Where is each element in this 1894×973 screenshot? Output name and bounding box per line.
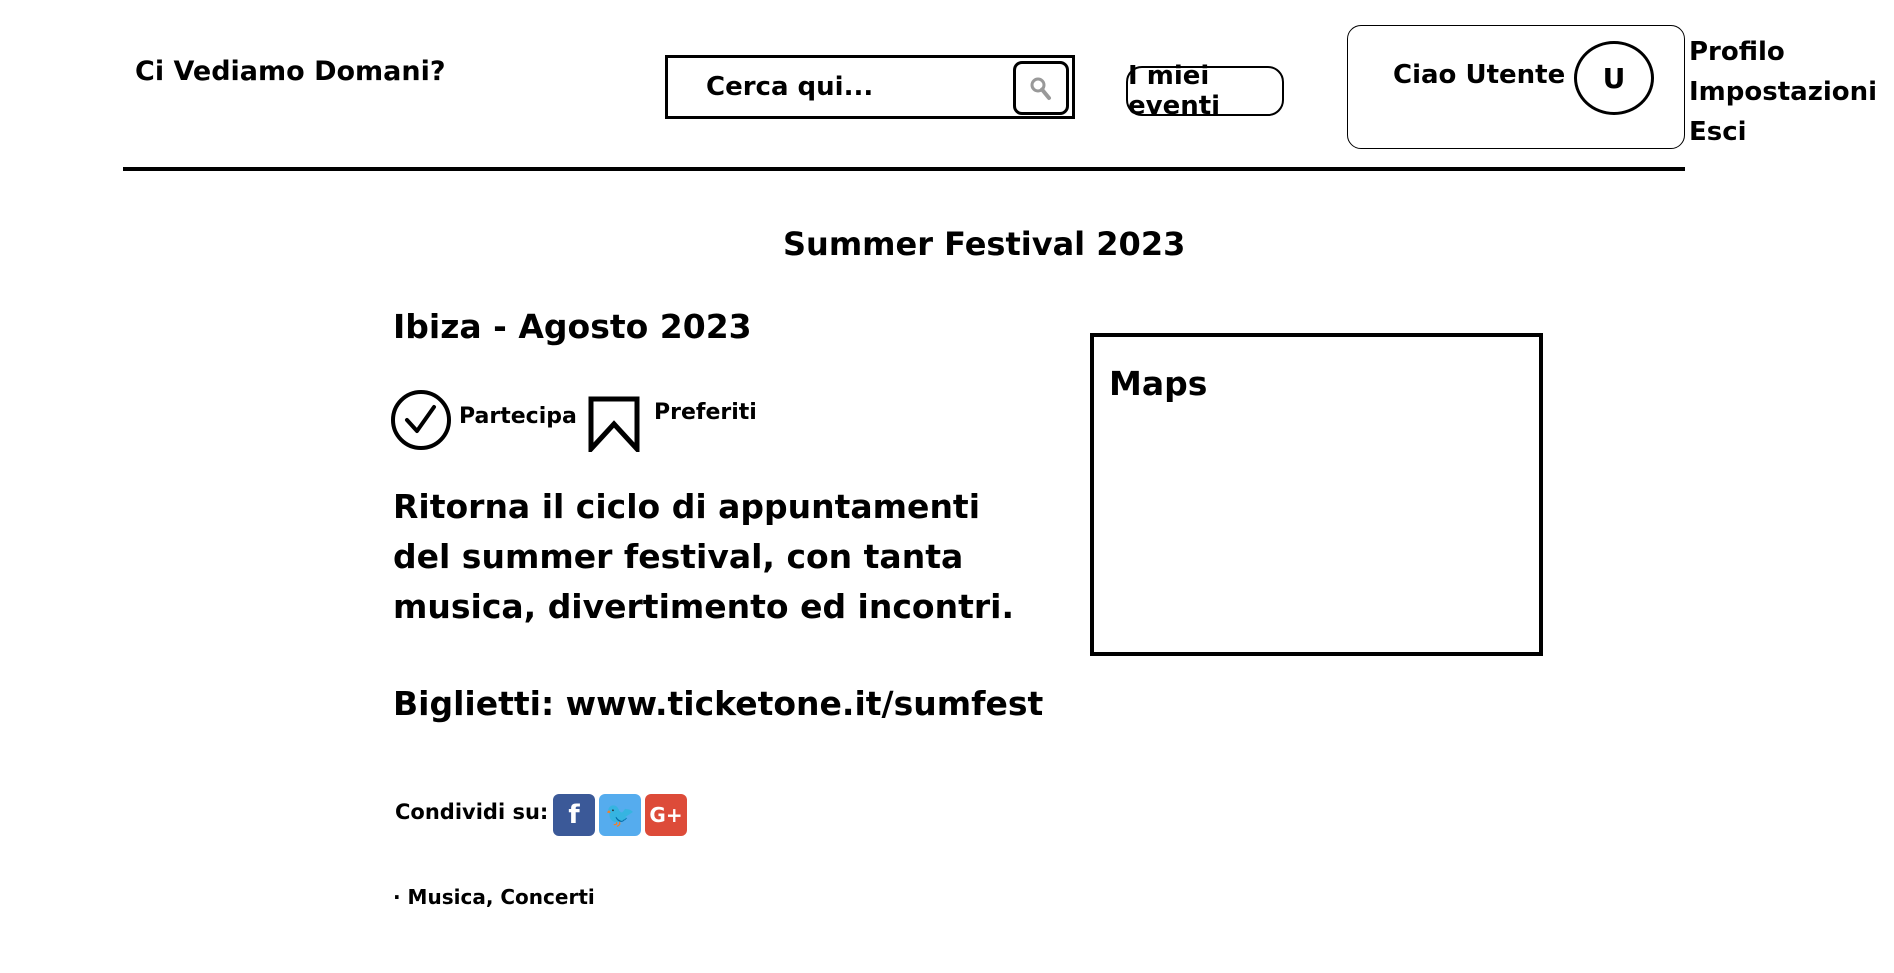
user-menu: Profilo Impostazioni Esci: [1689, 32, 1877, 152]
search-bar: [665, 55, 1075, 119]
google-plus-icon: G+: [649, 803, 683, 827]
tickets-link[interactable]: Biglietti: www.ticketone.it/sumfest: [393, 684, 1043, 723]
avatar[interactable]: U: [1574, 41, 1654, 115]
favorites-button[interactable]: [588, 396, 640, 456]
description-line: musica, divertimento ed incontri.: [393, 587, 1014, 626]
user-greeting: Ciao Utente: [1393, 60, 1566, 90]
bookmark-icon: [588, 396, 640, 456]
event-description: Ritorna il ciclo di appuntamenti del sum…: [393, 482, 1014, 632]
share-label: Condividi su:: [395, 800, 549, 824]
my-events-button[interactable]: I miei eventi: [1126, 61, 1284, 121]
menu-item-logout[interactable]: Esci: [1689, 112, 1877, 152]
menu-item-settings[interactable]: Impostazioni: [1689, 72, 1877, 112]
search-input[interactable]: [706, 72, 996, 102]
event-title: Summer Festival 2023: [783, 225, 1186, 263]
map-panel[interactable]: Maps: [1090, 333, 1543, 656]
google-plus-share-button[interactable]: G+: [645, 794, 687, 836]
participate-label[interactable]: Partecipa: [459, 404, 577, 429]
facebook-share-button[interactable]: f: [553, 794, 595, 836]
header-divider: [123, 167, 1685, 171]
app-brand[interactable]: Ci Vediamo Domani?: [135, 56, 446, 87]
facebook-icon: f: [568, 800, 580, 830]
map-label: Maps: [1109, 364, 1208, 403]
user-box[interactable]: Ciao Utente U: [1347, 25, 1685, 149]
search-icon: [1030, 77, 1051, 100]
description-line: del summer festival, con tanta: [393, 537, 964, 576]
twitter-share-button[interactable]: 🐦: [599, 794, 641, 836]
description-line: Ritorna il ciclo di appuntamenti: [393, 487, 981, 526]
event-location-date: Ibiza - Agosto 2023: [393, 307, 752, 346]
twitter-icon: 🐦: [605, 801, 635, 829]
search-button[interactable]: [1013, 61, 1069, 115]
check-circle-icon: [391, 390, 451, 450]
favorites-label[interactable]: Preferiti: [654, 400, 757, 425]
participate-button[interactable]: [390, 389, 452, 451]
menu-item-profile[interactable]: Profilo: [1689, 32, 1877, 72]
event-categories: · Musica, Concerti: [393, 885, 595, 909]
